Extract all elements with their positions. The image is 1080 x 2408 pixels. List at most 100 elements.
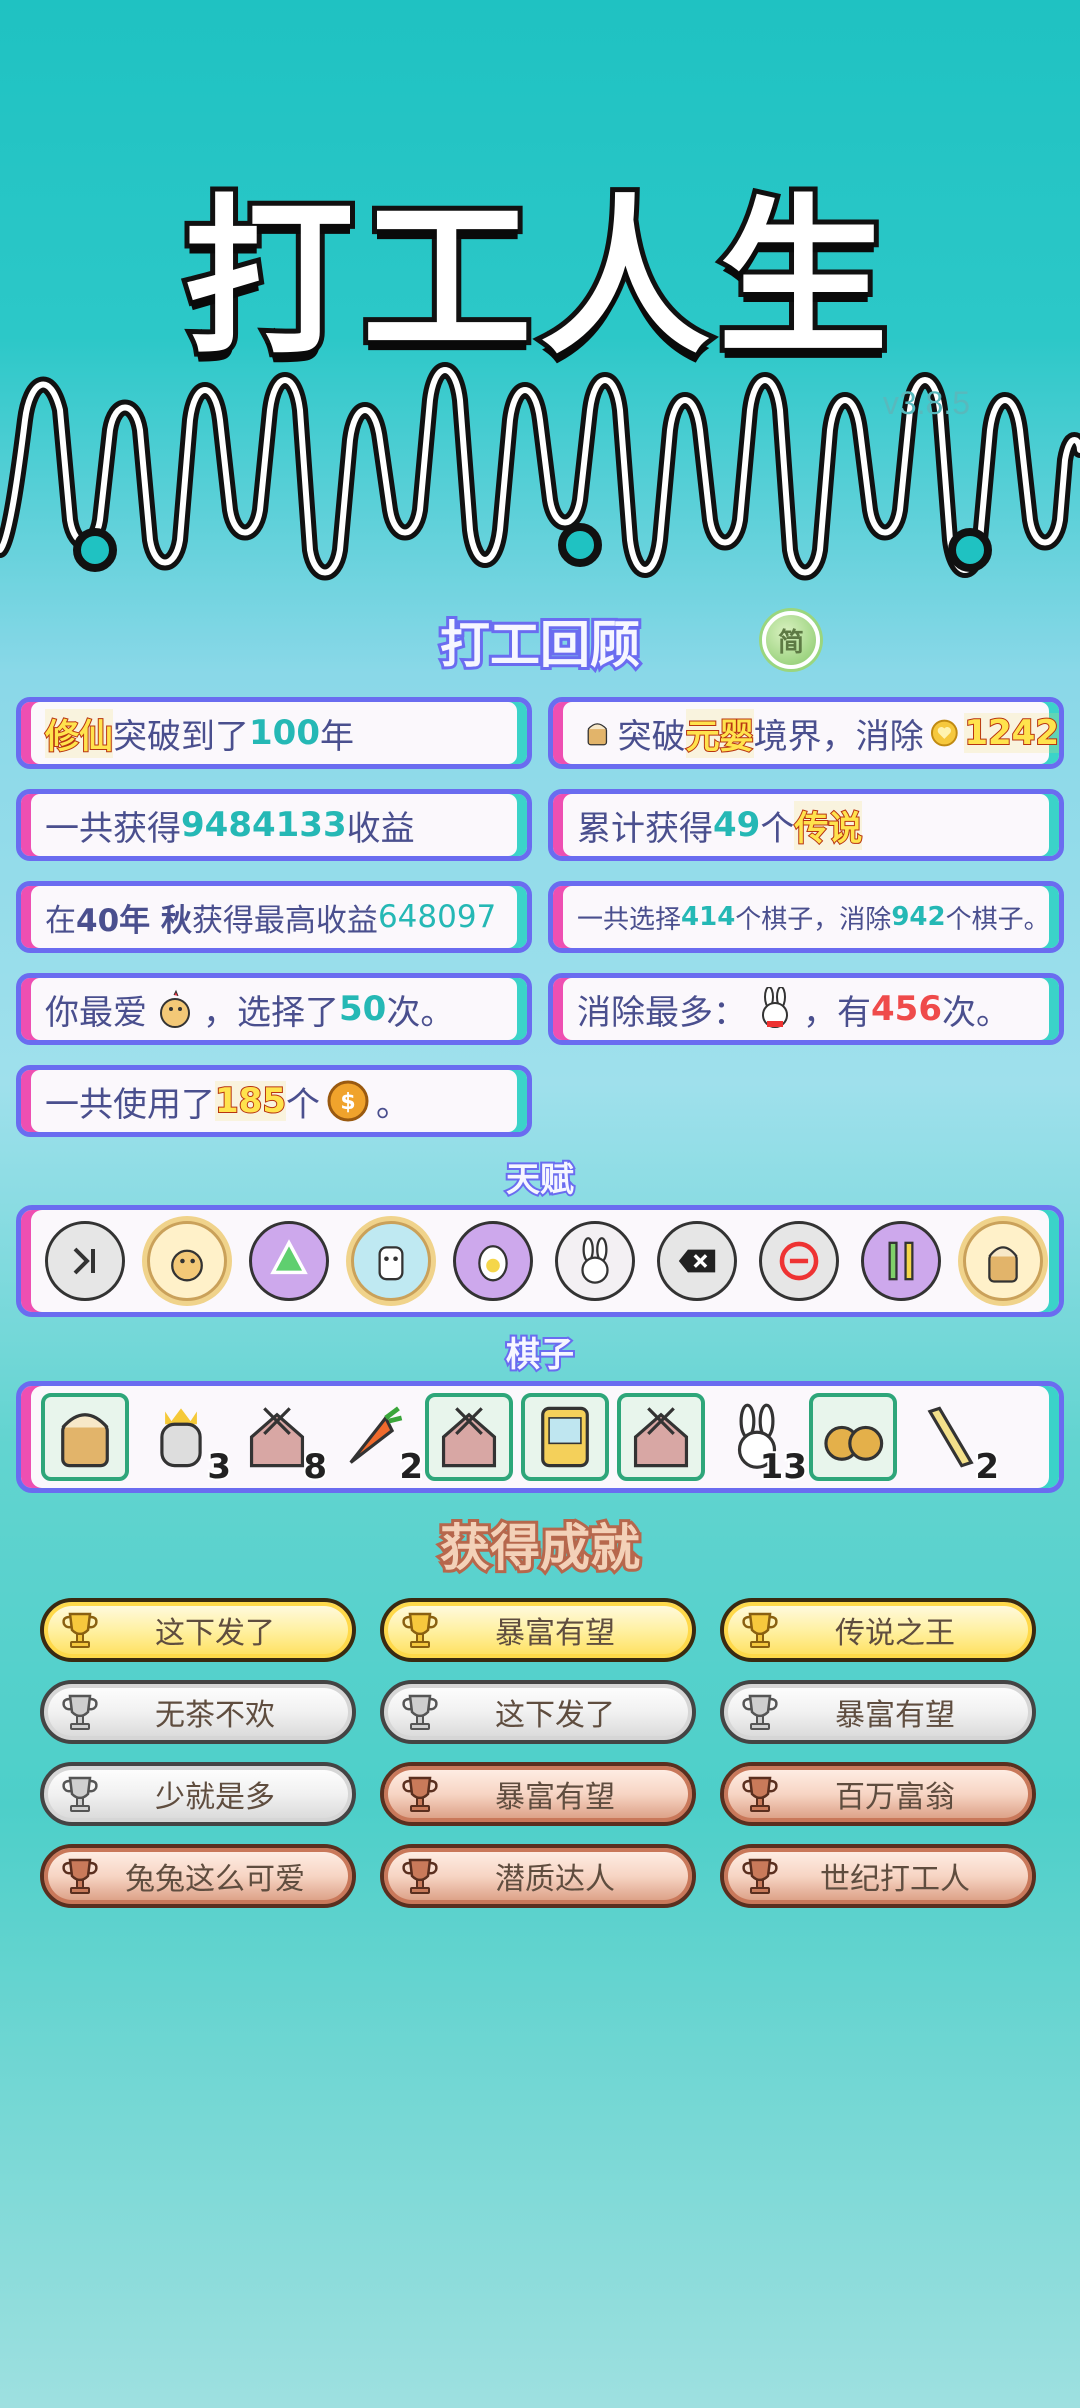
piece-count: 2 bbox=[973, 1445, 1001, 1489]
rabbit-icon[interactable] bbox=[555, 1221, 635, 1301]
minus-icon[interactable] bbox=[759, 1221, 839, 1301]
delete-tag-icon[interactable] bbox=[657, 1221, 737, 1301]
stat-text: 在 bbox=[45, 902, 76, 939]
stat-card-legends: 累计获得 49 个 传说 bbox=[548, 789, 1064, 861]
stat-text: 年 bbox=[319, 716, 354, 757]
piece-carrot[interactable]: 2 bbox=[329, 1393, 425, 1489]
highlight-cultivation: 修仙 bbox=[44, 708, 114, 758]
piece-pencil[interactable]: 2 bbox=[905, 1393, 1001, 1489]
achievement-label: 暴富有望 bbox=[495, 1616, 615, 1651]
piece-count: 13 bbox=[758, 1445, 809, 1489]
rabbit-icon bbox=[762, 987, 788, 1028]
achievement-badge[interactable]: 这下发了 bbox=[380, 1680, 696, 1744]
stat-card-most-removed: 消除最多： ，有 456 次。 bbox=[548, 973, 1064, 1045]
milk-tea-icon bbox=[587, 723, 608, 746]
stat-value: 9484133 bbox=[181, 805, 347, 845]
stat-value: 414 bbox=[681, 902, 736, 932]
piece-claw-machine[interactable] bbox=[521, 1393, 609, 1481]
piece-crowned-husky[interactable]: 3 bbox=[137, 1393, 233, 1489]
piece-rabbit-house[interactable]: 8 bbox=[233, 1393, 329, 1489]
stat-text: 消除最多： bbox=[577, 992, 747, 1033]
heart-coin-icon bbox=[930, 719, 958, 747]
coin-icon: $ bbox=[327, 1080, 369, 1122]
trophy-icon bbox=[742, 1694, 778, 1730]
achievement-label: 暴富有望 bbox=[835, 1698, 955, 1733]
trophy-icon bbox=[62, 1858, 98, 1894]
stat-text: ，选择了 bbox=[203, 992, 339, 1033]
piece-rabbit-house[interactable] bbox=[617, 1393, 705, 1481]
trophy-icon bbox=[402, 1612, 438, 1648]
stat-value: 1242 bbox=[963, 712, 1059, 754]
skip-icon[interactable] bbox=[45, 1221, 125, 1301]
stat-card-cultivation: 修仙 突破到了 100 年 bbox=[16, 697, 532, 769]
milk-tea-icon[interactable] bbox=[963, 1221, 1043, 1301]
stat-text: 突破 bbox=[617, 716, 686, 757]
achievement-label: 潜质达人 bbox=[495, 1862, 615, 1897]
achievement-badge[interactable]: 世纪打工人 bbox=[720, 1844, 1036, 1908]
piece-count: 3 bbox=[205, 1445, 233, 1489]
stat-text: 累计获得 bbox=[577, 808, 713, 849]
stat-text: ，有 bbox=[803, 992, 871, 1033]
egg-icon[interactable] bbox=[453, 1221, 533, 1301]
stat-card-favorite: 你最爱 ，选择了 50 次。 bbox=[16, 973, 532, 1045]
achievement-label: 无茶不欢 bbox=[155, 1698, 275, 1733]
chick-icon[interactable] bbox=[147, 1221, 227, 1301]
trophy-icon bbox=[742, 1776, 778, 1812]
piece-sesame-balls[interactable] bbox=[809, 1393, 897, 1481]
stat-text: 一共获得 bbox=[45, 808, 181, 849]
review-title: 打工回顾 bbox=[437, 613, 643, 677]
stat-card-best-income: 在 40年 秋 获得最高收益 648097 bbox=[16, 881, 532, 953]
achievement-badge[interactable]: 暴富有望 bbox=[380, 1762, 696, 1826]
achievements-title: 获得成就 bbox=[437, 1516, 643, 1580]
achievement-badge[interactable]: 暴富有望 bbox=[720, 1680, 1036, 1744]
achievement-badge[interactable]: 传说之王 bbox=[720, 1598, 1036, 1662]
achievement-label: 这下发了 bbox=[155, 1616, 275, 1651]
stat-text: 次。 bbox=[941, 992, 1010, 1033]
husky-icon[interactable] bbox=[351, 1221, 431, 1301]
stat-season: 40年 秋 bbox=[76, 902, 192, 939]
trophy-icon bbox=[402, 1858, 438, 1894]
stat-value: 100 bbox=[249, 713, 320, 753]
highlight-realm: 元婴 bbox=[685, 708, 755, 758]
talents-strip bbox=[16, 1205, 1064, 1317]
achievement-badge[interactable]: 暴富有望 bbox=[380, 1598, 696, 1662]
piece-rabbit[interactable]: 13 bbox=[713, 1393, 809, 1489]
achievement-badge[interactable]: 这下发了 bbox=[40, 1598, 356, 1662]
achievement-label: 兔兔这么可爱 bbox=[125, 1862, 305, 1897]
svg-text:$: $ bbox=[340, 1090, 355, 1115]
chick-icon bbox=[160, 989, 190, 1028]
achievement-badge[interactable]: 兔兔这么可爱 bbox=[40, 1844, 356, 1908]
trophy-icon bbox=[402, 1776, 438, 1812]
achievement-label: 暴富有望 bbox=[495, 1780, 615, 1815]
stat-text: 突破到了 bbox=[113, 716, 249, 757]
stat-text: 获得最高收益 bbox=[191, 902, 378, 939]
bamboo-icon[interactable] bbox=[861, 1221, 941, 1301]
achievement-label: 传说之王 bbox=[835, 1616, 955, 1651]
trophy-icon bbox=[62, 1694, 98, 1730]
achievement-label: 百万富翁 bbox=[835, 1780, 955, 1815]
recycle-icon[interactable] bbox=[249, 1221, 329, 1301]
version-label: v3.8.5 bbox=[882, 385, 970, 421]
stat-text: 个棋子，消除 bbox=[735, 904, 892, 935]
stat-text: 收益 bbox=[346, 808, 415, 849]
achievement-badge[interactable]: 潜质达人 bbox=[380, 1844, 696, 1908]
stat-text: 一共选择 bbox=[577, 904, 682, 935]
stat-value: 49 bbox=[713, 805, 761, 845]
achievement-badge[interactable]: 少就是多 bbox=[40, 1762, 356, 1826]
pieces-title: 棋子 bbox=[504, 1333, 576, 1377]
achievement-badge[interactable]: 百万富翁 bbox=[720, 1762, 1036, 1826]
achievement-badge[interactable]: 无茶不欢 bbox=[40, 1680, 356, 1744]
stat-value: 50 bbox=[339, 989, 387, 1029]
stat-text: 个 bbox=[760, 808, 795, 849]
stat-text: 你最爱 bbox=[45, 992, 147, 1033]
achievement-label: 少就是多 bbox=[155, 1780, 275, 1815]
achievement-label: 这下发了 bbox=[495, 1698, 615, 1733]
pieces-strip: 3 8 2 13 2 bbox=[16, 1381, 1064, 1493]
piece-rabbit-house[interactable] bbox=[425, 1393, 513, 1481]
language-toggle-button[interactable]: 简 bbox=[762, 611, 820, 669]
talents-title: 天赋 bbox=[504, 1158, 576, 1202]
stat-text: 一共使用了 bbox=[45, 1084, 215, 1125]
stat-text: 个 bbox=[285, 1084, 320, 1125]
piece-milk-tea[interactable] bbox=[41, 1393, 129, 1481]
stat-card-breakthrough: 突破 元婴 境界，消除 1242 bbox=[548, 697, 1064, 769]
